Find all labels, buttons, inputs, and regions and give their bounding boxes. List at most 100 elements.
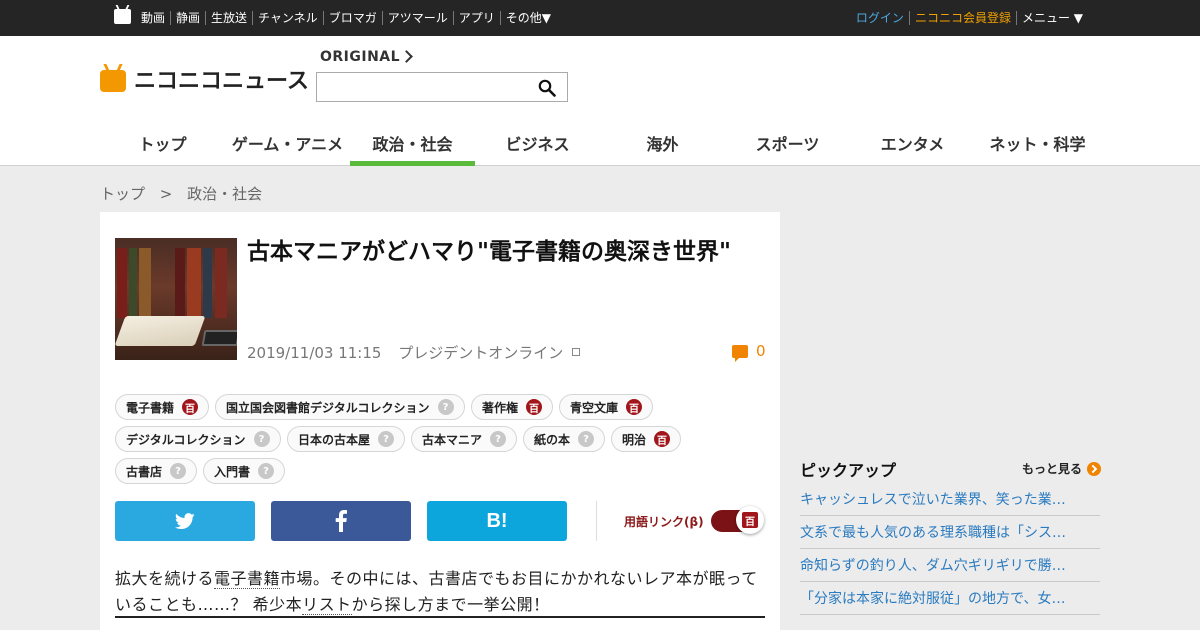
tag-label: 紙の本 (534, 432, 571, 447)
thumb-book-spine (117, 248, 127, 318)
category-nav: トップ ゲーム・アニメ 政治・社会 ビジネス 海外 スポーツ エンタメ ネット・… (100, 124, 1100, 166)
pickup-item[interactable]: 命知らずの釣り人、ダム穴ギリギリで勝… (800, 549, 1100, 582)
comment-count: 0 (756, 342, 766, 360)
login-link[interactable]: ログイン (851, 11, 909, 25)
service-link-app[interactable]: アプリ (452, 11, 500, 25)
menu-dropdown[interactable]: メニュー ▼ (1015, 11, 1088, 25)
nav-game-anime[interactable]: ゲーム・アニメ (225, 124, 350, 166)
nav-top[interactable]: トップ (100, 124, 225, 166)
tag-chip[interactable]: 古本マニア? (411, 426, 518, 452)
logo-text: ニコニコニュース (134, 69, 309, 94)
thumb-book-spine (175, 248, 185, 318)
nav-business[interactable]: ビジネス (475, 124, 600, 166)
service-link-douga[interactable]: 動画 (137, 11, 170, 25)
nav-entame[interactable]: エンタメ (850, 124, 975, 166)
pickup-more-label: もっと見る (1022, 462, 1083, 476)
hatena-icon: B! (486, 509, 508, 532)
tag-label: 国立国会図書館デジタルコレクション (226, 400, 430, 415)
dictionary-icon[interactable]: 百 (182, 399, 199, 415)
article-source[interactable]: プレジデントオンライン (398, 344, 563, 362)
article-title[interactable]: 古本マニアがどハマり"電子書籍の奥深き世界" (247, 236, 767, 268)
hatena-bookmark-button[interactable]: B! (427, 501, 567, 541)
help-icon[interactable]: ? (258, 463, 275, 479)
tag-chip[interactable]: 入門書? (203, 458, 286, 484)
thumb-book-spine (203, 248, 212, 318)
thumb-book-spine (187, 248, 201, 318)
service-link-other[interactable]: その他▼ (499, 11, 556, 25)
pickup-more-link[interactable]: もっと見る (1022, 460, 1102, 477)
nav-sports[interactable]: スポーツ (725, 124, 850, 166)
dictionary-icon[interactable]: 百 (654, 431, 671, 447)
article-card: 古本マニアがどハマり"電子書籍の奥深き世界" 2019/11/03 11:15 … (100, 212, 780, 630)
tag-chip[interactable]: 国立国会図書館デジタルコレクション? (215, 394, 465, 420)
breadcrumb-separator: > (159, 185, 173, 203)
service-link-seiga[interactable]: 静画 (170, 11, 205, 25)
register-link[interactable]: ニコニコ会員登録 (908, 11, 1016, 25)
service-links: 動画 静画 生放送 チャンネル ブロマガ アツマール アプリ その他▼ (137, 0, 556, 36)
comment-link[interactable]: 0 (732, 342, 766, 362)
search-input[interactable] (316, 72, 568, 102)
tag-label: 日本の古本屋 (298, 432, 371, 447)
service-link-blomaga[interactable]: ブロマガ (322, 11, 382, 25)
tag-label: 古本マニア (422, 432, 483, 447)
tag-chip[interactable]: 古書店? (115, 458, 198, 484)
nav-net-science[interactable]: ネット・科学 (975, 124, 1100, 166)
tag-chip[interactable]: 電子書籍百 (115, 394, 210, 420)
tag-chip[interactable]: デジタルコレクション? (115, 426, 281, 452)
original-link[interactable]: ORIGINAL (320, 49, 400, 65)
tag-chip[interactable]: 青空文庫百 (559, 394, 654, 420)
twitter-icon (175, 512, 195, 529)
lead-text: 拡大を続ける (115, 569, 215, 588)
lead-underline (115, 616, 765, 618)
tag-label: 著作権 (482, 400, 519, 415)
tag-label: デジタルコレクション (126, 432, 246, 447)
search-icon[interactable] (538, 79, 556, 97)
nav-overseas[interactable]: 海外 (600, 124, 725, 166)
site-logo[interactable]: ニコニコニュース (100, 64, 309, 94)
twitter-share-button[interactable] (115, 501, 255, 541)
pickup-item[interactable]: 「分家は本家に絶対服従」の地方で、女… (800, 582, 1100, 615)
article-meta: 2019/11/03 11:15 プレジデントオンライン (247, 342, 581, 363)
breadcrumb: トップ > 政治・社会 (100, 183, 272, 204)
lead-text: から探し方まで一挙公開！ (351, 595, 550, 614)
lead-term-link[interactable]: 電子書籍 (214, 569, 281, 589)
help-icon[interactable]: ? (378, 431, 395, 447)
tag-chip[interactable]: 著作権百 (471, 394, 554, 420)
dictionary-icon: 百 (742, 512, 758, 528)
help-icon[interactable]: ? (578, 431, 595, 447)
service-link-channel[interactable]: チャンネル (252, 11, 323, 25)
service-link-atsumaru[interactable]: アツマール (381, 11, 453, 25)
pickup-item[interactable]: キャッシュレスで泣いた業界、笑った業… (800, 483, 1100, 516)
help-icon[interactable]: ? (253, 431, 270, 447)
dictionary-icon[interactable]: 百 (526, 399, 543, 415)
article-thumbnail[interactable] (115, 238, 237, 360)
logo-tv-icon (100, 69, 126, 92)
pickup-list: キャッシュレスで泣いた業界、笑った業… 文系で最も人気のある理系職種は「シス… … (800, 483, 1100, 615)
help-icon[interactable]: ? (437, 399, 454, 415)
tag-label: 明治 (622, 432, 647, 447)
nav-politics-society[interactable]: 政治・社会 (350, 124, 475, 166)
toggle-knob[interactable]: 百 (736, 506, 764, 534)
global-top-bar: 動画 静画 生放送 チャンネル ブロマガ アツマール アプリ その他▼ ログイン… (0, 0, 1200, 36)
facebook-share-button[interactable] (271, 501, 411, 541)
breadcrumb-category[interactable]: 政治・社会 (187, 185, 262, 203)
thumb-open-book (115, 316, 206, 346)
help-icon[interactable]: ? (490, 431, 507, 447)
tag-chip[interactable]: 紙の本? (523, 426, 606, 452)
external-link-icon (572, 348, 581, 356)
thumb-book-spine (129, 248, 137, 318)
lead-term-link[interactable]: リスト (302, 595, 352, 615)
help-icon[interactable]: ? (170, 463, 187, 479)
dictionary-icon[interactable]: 百 (626, 399, 643, 415)
account-links: ログイン ニコニコ会員登録 メニュー ▼ (851, 0, 1088, 36)
niconico-tv-icon[interactable] (114, 9, 131, 24)
thumb-book-spine (215, 248, 227, 318)
thumb-tablet (201, 330, 237, 346)
breadcrumb-top[interactable]: トップ (100, 185, 145, 203)
tag-label: 青空文庫 (570, 400, 619, 415)
service-link-live[interactable]: 生放送 (205, 11, 252, 25)
tag-chip[interactable]: 日本の古本屋? (287, 426, 406, 452)
pickup-item[interactable]: 文系で最も人気のある理系職種は「シス… (800, 516, 1100, 549)
tag-chip[interactable]: 明治百 (611, 426, 682, 452)
term-link-label: 用語リンク(β) (624, 515, 704, 529)
